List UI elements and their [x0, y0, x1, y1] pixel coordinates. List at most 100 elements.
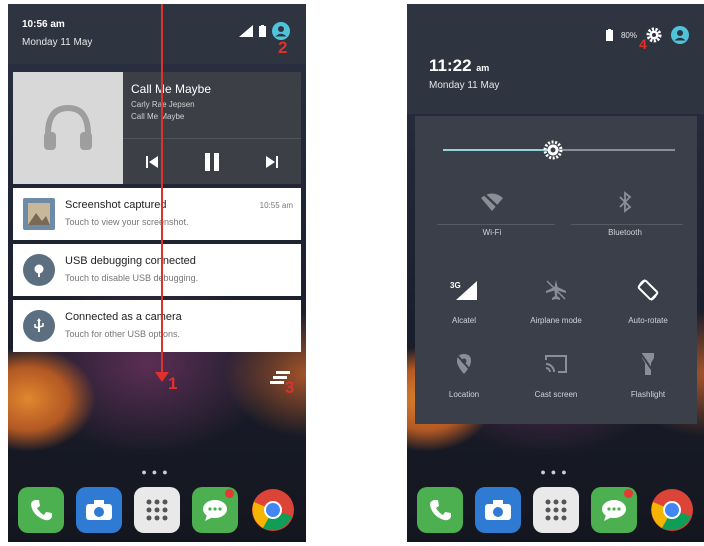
tile-auto-rotate[interactable]: Auto-rotate: [603, 278, 693, 325]
tile-label: Cast screen: [534, 390, 578, 399]
tile-cast-screen[interactable]: Cast screen: [511, 352, 601, 399]
quick-settings-header: 80% 11:22 am Monday 11 May 4: [407, 4, 704, 114]
pause-icon[interactable]: [203, 152, 221, 172]
tile-label: Location: [448, 390, 480, 399]
song-title: Call Me Maybe: [131, 82, 212, 96]
phone-app[interactable]: [417, 487, 463, 533]
rotate-icon: [637, 279, 659, 301]
next-track-icon[interactable]: [265, 155, 279, 169]
brightness-track-empty: [553, 149, 675, 151]
swipe-down-arrow: [161, 4, 163, 376]
album-art: [13, 72, 123, 184]
app-grid-icon: [545, 499, 567, 521]
tile-label: Wi-Fi: [482, 228, 502, 237]
chrome-icon: [651, 489, 693, 531]
tile-label: Bluetooth: [608, 228, 642, 237]
pager-dots: ●●●: [141, 467, 173, 477]
tile-wifi[interactable]: Wi-Fi: [447, 190, 537, 237]
tile-divider: [437, 224, 555, 225]
notification-title: USB debugging connected: [65, 255, 196, 267]
tile-label: Flashlight: [630, 390, 666, 399]
app-dock: [18, 484, 296, 536]
notification-title: Connected as a camera: [65, 311, 182, 323]
battery-icon: [259, 25, 266, 37]
tile-location[interactable]: Location: [419, 352, 509, 399]
cast-icon: [545, 355, 567, 373]
chrome-icon: [252, 489, 294, 531]
notification-screenshot[interactable]: Screenshot captured Touch to view your s…: [13, 188, 301, 240]
clock-date: Monday 11 May: [429, 80, 500, 91]
notification-text: Touch to disable USB debugging.: [65, 273, 199, 283]
media-controls: [123, 138, 301, 184]
cell-signal-icon: 3G: [450, 281, 477, 300]
pager-dots: ●●●: [540, 467, 572, 477]
bug-icon: [23, 254, 55, 286]
tile-bluetooth[interactable]: Bluetooth: [580, 190, 670, 237]
settings-gear-icon[interactable]: [645, 26, 663, 44]
notification-text: Touch to view your screenshot.: [65, 217, 189, 227]
bluetooth-icon: [619, 191, 632, 213]
brightness-track-filled: [443, 149, 553, 151]
clock-time: 11:22 am: [429, 56, 489, 76]
status-icons: 80%: [605, 26, 689, 44]
tile-flashlight[interactable]: Flashlight: [603, 352, 693, 399]
annotation-1: 1: [168, 374, 178, 393]
clock-hours: 11:22: [429, 56, 472, 75]
song-album: Call Me Maybe: [131, 112, 185, 121]
tile-label: Airplane mode: [530, 316, 582, 325]
swipe-arrow-head: [155, 372, 169, 382]
signal-icon: [239, 25, 253, 37]
user-avatar-icon[interactable]: [671, 26, 689, 44]
notification-time: 10:55 am: [259, 201, 293, 210]
svg-text:3G: 3G: [450, 281, 461, 290]
status-time: 10:56 am: [22, 19, 65, 30]
unread-badge: [225, 489, 234, 498]
message-icon: [203, 500, 227, 521]
notification-usb-camera[interactable]: Connected as a camera Touch for other US…: [13, 300, 301, 352]
annotation-2: 2: [278, 38, 288, 57]
flashlight-icon: [640, 353, 656, 375]
notification-title: Screenshot captured: [65, 199, 167, 211]
battery-percent: 80%: [620, 30, 637, 40]
image-icon: [23, 198, 55, 230]
camera-app[interactable]: [475, 487, 521, 533]
headphones-icon: [44, 104, 92, 150]
wifi-off-icon: [481, 192, 503, 211]
battery-icon: [605, 29, 613, 41]
messages-app[interactable]: [591, 487, 637, 533]
airplane-icon: [546, 280, 566, 300]
quick-settings-panel: Wi-Fi Bluetooth 3G Alcatel Airplane mode…: [415, 116, 697, 424]
camera-icon: [86, 500, 112, 520]
app-drawer[interactable]: [533, 487, 579, 533]
messages-app[interactable]: [192, 487, 238, 533]
media-notification[interactable]: Call Me Maybe Carly Rae Jepsen Call Me M…: [13, 72, 301, 184]
location-off-icon: [456, 354, 473, 374]
tile-label: Auto-rotate: [628, 316, 668, 325]
tile-divider: [571, 224, 683, 225]
phone-screen-notification-shade: 10:56 am Monday 11 May Call Me Maybe Car…: [8, 4, 306, 542]
camera-icon: [485, 500, 511, 520]
phone-icon: [430, 500, 451, 521]
phone-screen-quick-settings: 80% 11:22 am Monday 11 May 4 Wi-Fi Bluet…: [407, 4, 704, 542]
app-grid-icon: [146, 499, 168, 521]
chrome-app[interactable]: [250, 487, 296, 533]
tile-airplane-mode[interactable]: Airplane mode: [511, 278, 601, 325]
camera-app[interactable]: [76, 487, 122, 533]
phone-icon: [31, 500, 52, 521]
annotation-3: 3: [285, 378, 295, 397]
brightness-slider-thumb[interactable]: [542, 139, 564, 161]
status-bar: 10:56 am Monday 11 May: [8, 4, 306, 64]
chrome-app[interactable]: [649, 487, 695, 533]
app-dock: [417, 484, 695, 536]
app-drawer[interactable]: [134, 487, 180, 533]
usb-icon: [23, 310, 55, 342]
phone-app[interactable]: [18, 487, 64, 533]
tile-mobile-network[interactable]: 3G Alcatel: [419, 278, 509, 325]
clock-suffix: am: [476, 63, 490, 73]
notification-usb-debugging[interactable]: USB debugging connected Touch to disable…: [13, 244, 301, 296]
tile-label: Alcatel: [451, 316, 476, 325]
annotation-4: 4: [639, 36, 647, 52]
previous-track-icon[interactable]: [145, 155, 159, 169]
status-date: Monday 11 May: [22, 37, 93, 48]
message-icon: [602, 500, 626, 521]
